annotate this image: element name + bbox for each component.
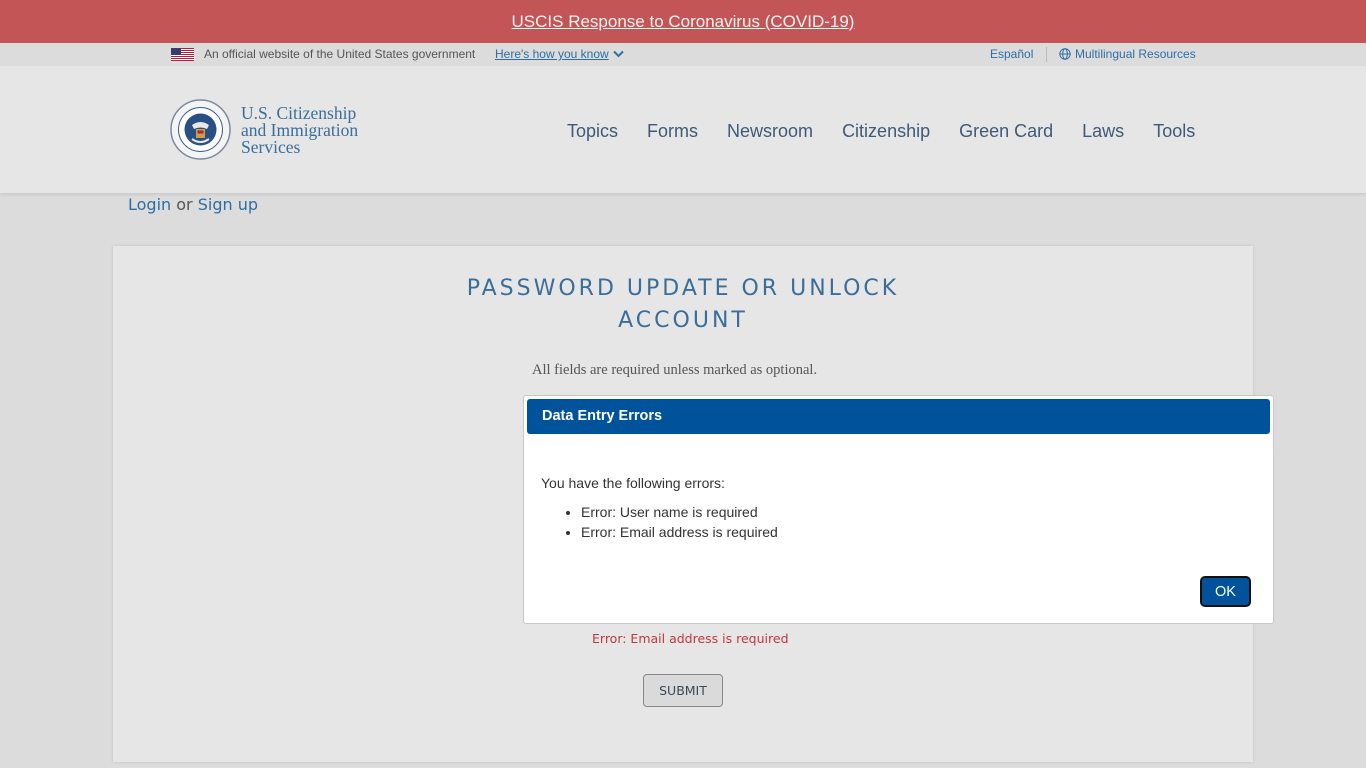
nav-green-card[interactable]: Green Card xyxy=(959,121,1053,142)
submit-button[interactable]: SUBMIT xyxy=(643,674,723,707)
agency-name-line3: Services xyxy=(241,137,301,157)
dhs-seal-icon[interactable] xyxy=(170,99,231,160)
chevron-down-icon xyxy=(612,50,624,58)
site-header: U.S. Citizenship and Immigration Service… xyxy=(0,66,1366,193)
globe-icon xyxy=(1059,48,1071,60)
covid-alert-link[interactable]: USCIS Response to Coronavirus (COVID-19) xyxy=(512,12,855,32)
main-nav: Topics Forms Newsroom Citizenship Green … xyxy=(567,121,1195,142)
nav-forms[interactable]: Forms xyxy=(647,121,698,142)
nav-topics[interactable]: Topics xyxy=(567,121,618,142)
page-title: PASSWORD UPDATE OR UNLOCK ACCOUNT xyxy=(113,273,1253,337)
list-item: Error: User name is required xyxy=(581,502,778,522)
error-list: Error: User name is required Error: Emai… xyxy=(541,502,778,542)
nav-laws[interactable]: Laws xyxy=(1082,121,1124,142)
agency-name[interactable]: U.S. Citizenship and Immigration Service… xyxy=(241,104,358,157)
covid-alert-banner: USCIS Response to Coronavirus (COVID-19) xyxy=(0,0,1366,43)
gov-banner: An official website of the United States… xyxy=(0,43,1366,66)
login-link[interactable]: Login xyxy=(128,195,171,214)
email-inline-error: Error: Email address is required xyxy=(592,631,789,646)
required-fields-note: All fields are required unless marked as… xyxy=(532,362,818,378)
data-entry-errors-dialog: Data Entry Errors You have the following… xyxy=(523,395,1274,624)
multilingual-resources-link[interactable]: Multilingual Resources xyxy=(1059,47,1196,61)
how-you-know-link[interactable]: Here's how you know xyxy=(495,47,624,61)
multilingual-label: Multilingual Resources xyxy=(1075,47,1196,61)
dialog-title: Data Entry Errors xyxy=(542,408,663,424)
auth-links: Login or Sign up xyxy=(128,195,258,214)
list-item: Error: Email address is required xyxy=(581,522,778,542)
official-site-text: An official website of the United States… xyxy=(204,47,476,61)
page-title-line1: PASSWORD UPDATE OR UNLOCK xyxy=(466,276,900,301)
ok-button[interactable]: OK xyxy=(1200,576,1251,607)
dialog-intro: You have the following errors: xyxy=(541,475,725,491)
dialog-header: Data Entry Errors xyxy=(527,399,1270,434)
how-you-know-label: Here's how you know xyxy=(495,47,609,61)
nav-newsroom[interactable]: Newsroom xyxy=(727,121,813,142)
page-title-line2: ACCOUNT xyxy=(618,308,748,333)
nav-citizenship[interactable]: Citizenship xyxy=(842,121,930,142)
signup-link[interactable]: Sign up xyxy=(198,195,258,214)
auth-or-text: or xyxy=(176,195,193,214)
banner-divider xyxy=(1046,47,1047,62)
us-flag-icon xyxy=(171,48,194,61)
nav-tools[interactable]: Tools xyxy=(1153,121,1195,142)
espanol-link[interactable]: Español xyxy=(990,47,1033,61)
